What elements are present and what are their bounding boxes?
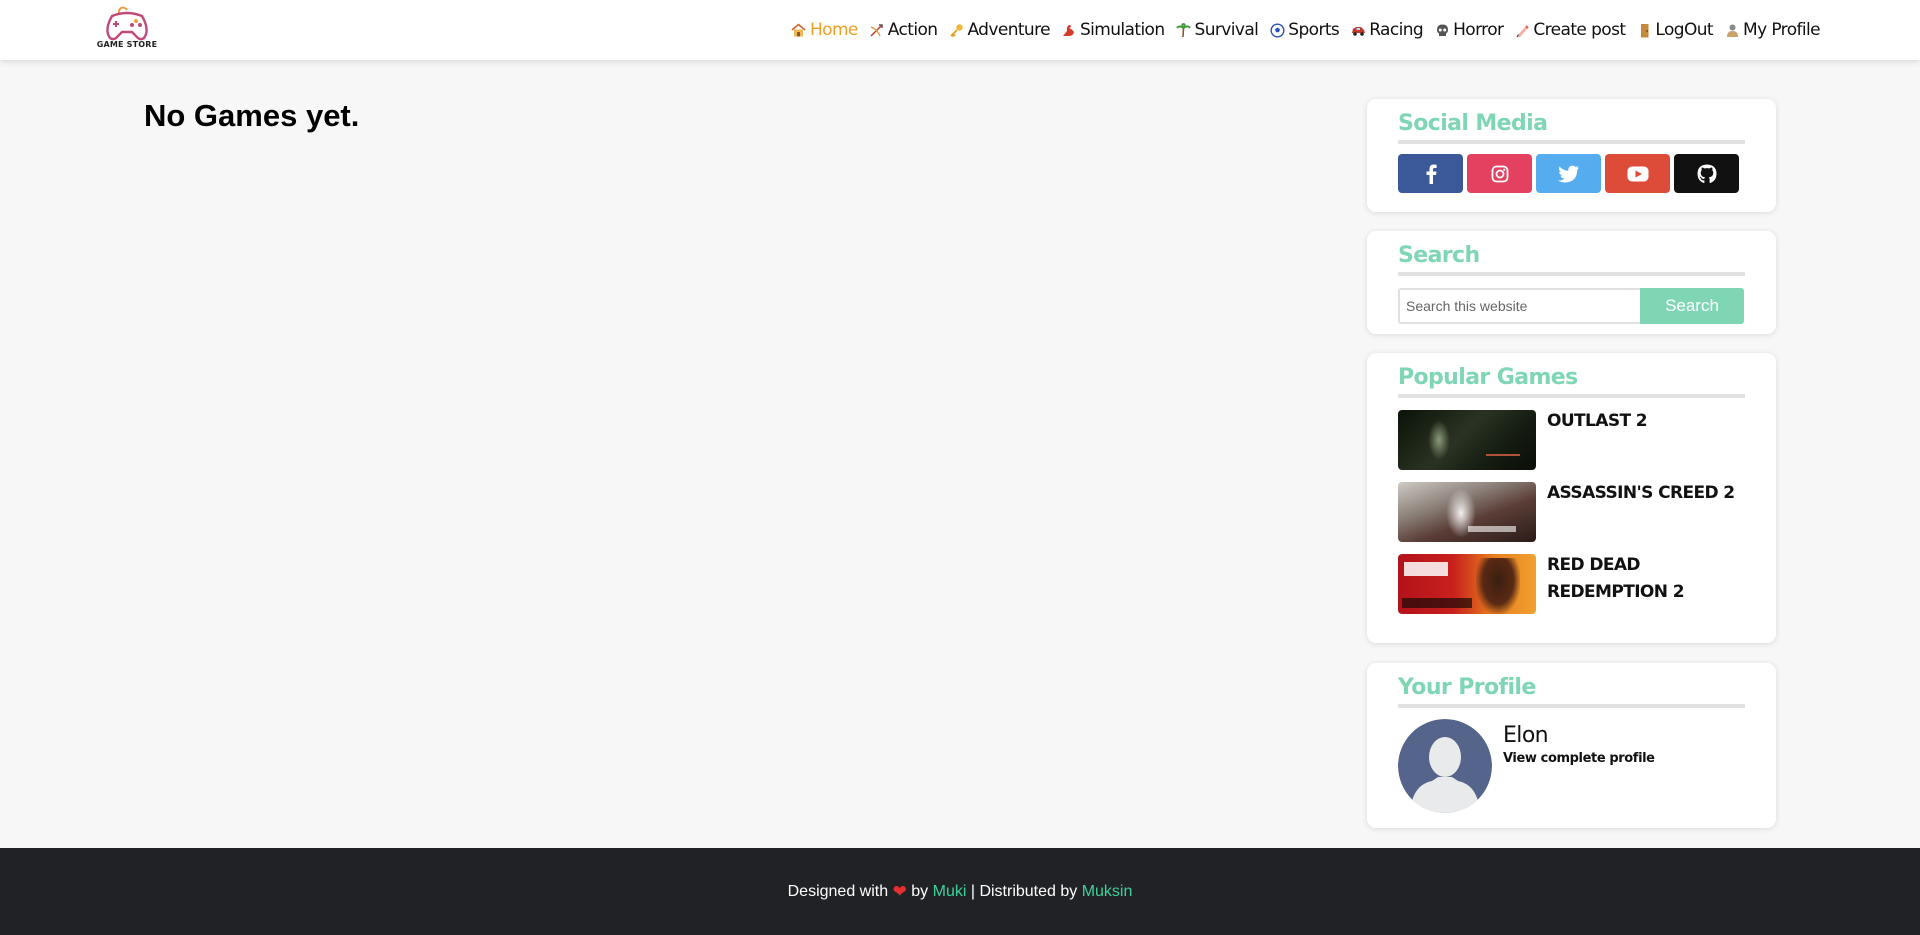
nav-item-label: Racing xyxy=(1369,20,1424,40)
flexed-bicep-icon xyxy=(1061,22,1077,38)
popular-game-item[interactable]: ASSASSIN'S CREED 2 xyxy=(1398,482,1745,542)
nav-item-my-profile[interactable]: My Profile xyxy=(1724,20,1821,40)
main-nav: Home Action Adventure Simulation Surviva… xyxy=(791,0,1821,60)
footer-separator: | Distributed by xyxy=(966,882,1082,900)
popular-game-item[interactable]: OUTLAST 2 xyxy=(1398,410,1745,470)
game-thumbnail-outlast-2 xyxy=(1398,410,1536,470)
instagram-button[interactable] xyxy=(1467,154,1532,193)
nav-item-logout[interactable]: LogOut xyxy=(1636,20,1714,40)
nav-item-label: My Profile xyxy=(1743,20,1821,40)
nav-item-create-post[interactable]: Create post xyxy=(1514,20,1626,40)
footer-distributor-link[interactable]: Muksin xyxy=(1082,883,1133,901)
footer-prefix: Designed with xyxy=(787,882,893,900)
top-navbar: GAME STORE Home Action Adventure Simulat… xyxy=(0,0,1920,60)
nav-item-adventure[interactable]: Adventure xyxy=(948,20,1051,40)
nav-item-label: Home xyxy=(809,20,858,40)
game-title: RED DEAD REDEMPTION 2 xyxy=(1547,555,1685,602)
facebook-icon xyxy=(1426,164,1437,184)
social-media-card: Social Media xyxy=(1367,99,1776,212)
nav-item-label: Sports xyxy=(1288,20,1340,40)
site-footer: Designed with ❤ by Muki | Distributed by… xyxy=(0,848,1920,935)
view-profile-link[interactable]: View complete profile xyxy=(1503,751,1655,766)
nav-item-label: Simulation xyxy=(1079,20,1165,40)
popular-game-item[interactable]: RED DEAD REDEMPTION 2 xyxy=(1398,554,1745,614)
game-thumbnail-assassins-creed-2 xyxy=(1398,482,1536,542)
palm-tree-icon xyxy=(1176,22,1192,38)
default-avatar-icon xyxy=(1398,719,1492,813)
twitter-button[interactable] xyxy=(1536,154,1601,193)
card-title: Popular Games xyxy=(1398,353,1745,398)
instagram-icon xyxy=(1491,165,1508,182)
nav-item-label: Action xyxy=(887,20,938,40)
site-logo[interactable]: GAME STORE xyxy=(96,6,158,54)
game-thumbnail-red-dead-redemption-2 xyxy=(1398,554,1536,614)
nav-item-label: Adventure xyxy=(967,20,1050,40)
card-title: Search xyxy=(1398,231,1745,276)
social-buttons xyxy=(1398,154,1745,193)
facebook-button[interactable] xyxy=(1398,154,1463,193)
door-icon xyxy=(1636,22,1652,38)
search-form: Search xyxy=(1398,288,1745,324)
heart-icon: ❤ xyxy=(892,881,907,901)
github-icon xyxy=(1697,164,1716,183)
nav-item-label: Horror xyxy=(1453,20,1504,40)
nav-item-sports[interactable]: Sports xyxy=(1269,20,1340,40)
youtube-button[interactable] xyxy=(1605,154,1670,193)
nav-item-label: Create post xyxy=(1533,20,1626,40)
key-icon xyxy=(948,22,964,38)
pencil-icon xyxy=(1514,22,1530,38)
logo-text: GAME STORE xyxy=(96,40,158,49)
skull-icon xyxy=(1434,22,1450,38)
search-button[interactable]: Search xyxy=(1640,288,1744,324)
profile-summary: Elon View complete profile xyxy=(1398,719,1745,813)
nav-item-racing[interactable]: Racing xyxy=(1350,20,1424,40)
card-title: Your Profile xyxy=(1398,663,1745,708)
profile-name: Elon xyxy=(1503,723,1549,748)
nav-item-label: Survival xyxy=(1194,20,1259,40)
bow-arrow-icon xyxy=(869,22,885,38)
soccer-ball-icon xyxy=(1269,22,1285,38)
github-button[interactable] xyxy=(1674,154,1739,193)
profile-card: Your Profile Elon View complete profile xyxy=(1367,663,1776,828)
game-title: OUTLAST 2 xyxy=(1547,411,1648,431)
user-icon xyxy=(1724,22,1740,38)
nav-item-action[interactable]: Action xyxy=(869,20,938,40)
game-title: ASSASSIN'S CREED 2 xyxy=(1547,483,1735,503)
twitter-icon xyxy=(1557,165,1579,182)
empty-games-message: No Games yet. xyxy=(144,98,360,133)
nav-item-simulation[interactable]: Simulation xyxy=(1061,20,1165,40)
popular-games-card: Popular Games OUTLAST 2 ASSASSIN'S CREED… xyxy=(1367,353,1776,643)
profile-info: Elon View complete profile xyxy=(1503,719,1655,813)
avatar[interactable] xyxy=(1398,719,1492,813)
car-icon xyxy=(1350,22,1366,38)
nav-item-horror[interactable]: Horror xyxy=(1434,20,1504,40)
card-title: Social Media xyxy=(1398,99,1745,144)
nav-item-label: LogOut xyxy=(1655,20,1713,40)
search-input[interactable] xyxy=(1398,288,1640,324)
nav-item-home[interactable]: Home xyxy=(791,20,858,40)
nav-item-survival[interactable]: Survival xyxy=(1176,20,1259,40)
house-icon xyxy=(791,22,807,38)
youtube-icon xyxy=(1627,166,1648,181)
gamepad-icon xyxy=(106,6,148,41)
footer-author-link[interactable]: Muki xyxy=(933,883,967,901)
footer-by-text: by xyxy=(906,882,933,900)
search-card: Search Search xyxy=(1367,231,1776,334)
